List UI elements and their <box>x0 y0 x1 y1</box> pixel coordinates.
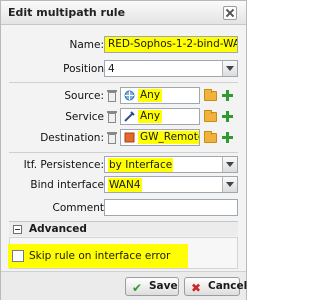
edit-multipath-rule-dialog: Edit multipath rule Name: RED-Sophos-1-2… <box>0 0 247 300</box>
name-label: Name: <box>69 39 104 51</box>
comment-label: Comment <box>52 202 104 214</box>
persistence-value: by Interface <box>108 158 174 172</box>
dialog-title: Edit multipath rule <box>8 6 126 19</box>
destination-value: GW_Remote <box>138 131 199 144</box>
service-label: Service <box>65 111 104 123</box>
bind-interface-label: Bind interface <box>30 179 104 191</box>
advanced-title: Advanced <box>29 223 87 235</box>
network-object-icon <box>124 132 135 143</box>
dialog-titlebar: Edit multipath rule <box>1 1 246 25</box>
cancel-button[interactable]: ✖ Cancel <box>184 277 247 296</box>
skip-rule-checkbox[interactable] <box>12 250 24 262</box>
divider <box>9 152 238 153</box>
plus-icon[interactable] <box>222 111 233 122</box>
plus-icon[interactable] <box>222 90 233 101</box>
name-input[interactable]: RED-Sophos-1-2-bind-WAN <box>104 36 238 53</box>
position-value: 4 <box>108 63 115 75</box>
service-value: Any <box>138 110 163 123</box>
position-label: Position <box>63 63 104 75</box>
cancel-button-label: Cancel <box>208 280 248 292</box>
folder-icon[interactable] <box>204 110 217 122</box>
persistence-select[interactable]: by Interface <box>104 156 238 173</box>
skip-rule-label[interactable]: Skip rule on interface error <box>29 250 170 262</box>
folder-icon[interactable] <box>204 131 217 143</box>
position-select[interactable]: 4 <box>104 60 238 77</box>
persistence-label: Itf. Persistence: <box>23 159 104 171</box>
service-object[interactable]: Any <box>120 108 200 125</box>
chevron-down-icon[interactable] <box>222 61 237 76</box>
destination-object[interactable]: GW_Remote <box>120 129 200 146</box>
trash-icon[interactable] <box>107 90 117 102</box>
check-icon: ✔ <box>132 281 143 295</box>
comment-input[interactable] <box>104 199 238 216</box>
chevron-down-icon[interactable] <box>222 157 237 172</box>
network-any-icon <box>124 90 135 101</box>
bind-interface-value: WAN4 <box>108 178 142 192</box>
source-label: Source: <box>64 90 104 102</box>
bind-interface-select[interactable]: WAN4 <box>104 176 238 193</box>
source-value: Any <box>138 89 163 102</box>
chevron-down-icon[interactable] <box>222 177 237 192</box>
x-icon: ✖ <box>191 281 202 295</box>
divider <box>9 82 238 83</box>
plus-icon[interactable] <box>222 132 233 143</box>
advanced-section-header[interactable]: Advanced <box>9 221 238 236</box>
service-any-icon <box>124 111 135 122</box>
save-button[interactable]: ✔ Save <box>125 277 179 296</box>
destination-label: Destination: <box>40 132 104 144</box>
trash-icon[interactable] <box>107 132 117 144</box>
collapse-icon[interactable] <box>13 225 22 234</box>
folder-icon[interactable] <box>204 89 217 101</box>
close-icon[interactable] <box>223 6 237 20</box>
source-object[interactable]: Any <box>120 87 200 104</box>
save-button-label: Save <box>149 280 178 292</box>
trash-icon[interactable] <box>107 111 117 123</box>
